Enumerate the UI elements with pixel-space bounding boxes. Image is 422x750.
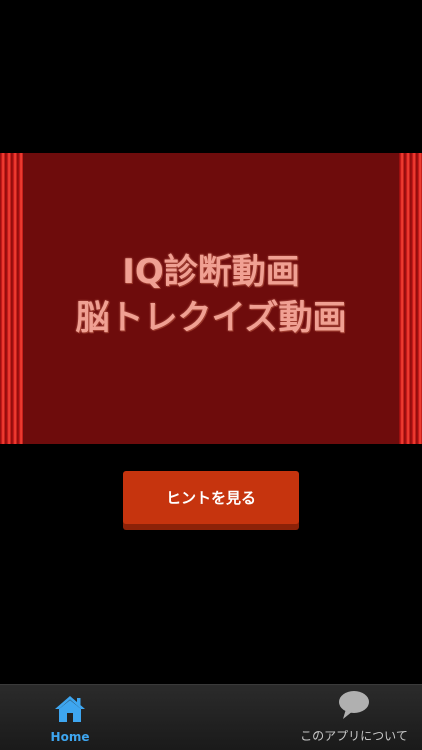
curtain-right — [399, 153, 422, 444]
show-hint-button[interactable]: ヒントを見る — [123, 471, 299, 524]
banner-title: IQ診断動画 脳トレクイズ動画 — [23, 249, 399, 341]
banner-title-line2: 脳トレクイズ動画 — [75, 298, 347, 338]
home-icon — [53, 694, 87, 728]
tab-about-app[interactable]: このアプリについて — [294, 685, 414, 750]
tab-home[interactable]: Home — [30, 685, 110, 750]
banner-title-line1: IQ診断動画 — [122, 252, 300, 292]
speech-bubble-icon — [337, 689, 371, 725]
tab-about-app-label: このアプリについて — [300, 729, 408, 743]
tab-home-label: Home — [50, 730, 90, 744]
title-banner: IQ診断動画 脳トレクイズ動画 — [0, 153, 422, 444]
tab-bar: Home このアプリについて — [0, 684, 422, 750]
curtain-left — [0, 153, 23, 444]
